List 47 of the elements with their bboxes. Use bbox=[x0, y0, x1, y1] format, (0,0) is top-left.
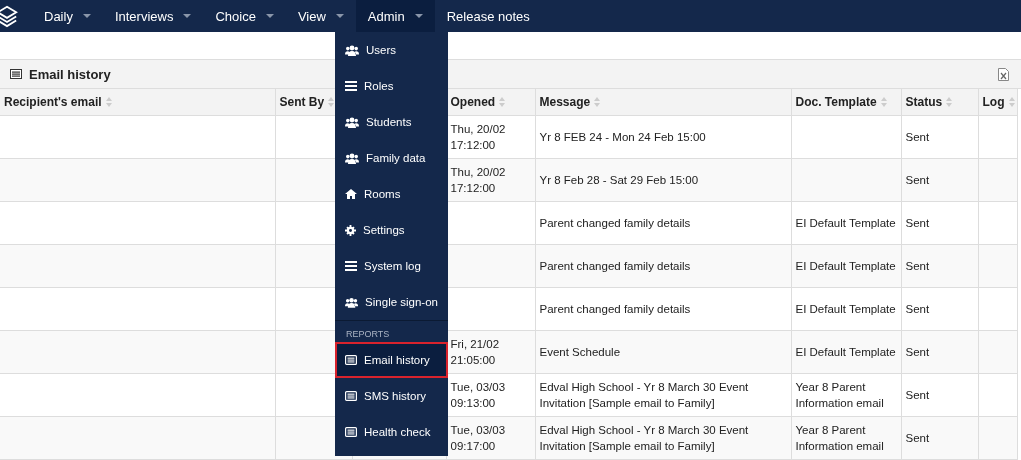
nav-menu-item[interactable]: Daily bbox=[32, 0, 103, 32]
table-cell-text: EI Default Template bbox=[795, 259, 896, 274]
nav-menu-item[interactable]: Interviews bbox=[102, 0, 204, 32]
menu-item[interactable]: Health check bbox=[335, 414, 448, 450]
table-cell-text: Sent bbox=[905, 259, 930, 274]
table-cell-text: Sent bbox=[905, 302, 930, 317]
table-cell-text: Sent bbox=[905, 388, 930, 403]
nav-menu-item[interactable]: Release notes bbox=[434, 0, 542, 32]
table-cell-text: EI Default Template bbox=[795, 216, 896, 231]
nav-menu-item[interactable]: Admin bbox=[355, 0, 435, 32]
table-cell-text: Edval High School - Yr 8 March 30 Event Invitation [Sample email to Family] bbox=[539, 380, 750, 411]
menu-item[interactable]: Single sign-on bbox=[335, 284, 448, 320]
menu-item[interactable]: Roles bbox=[335, 68, 448, 104]
nav-menu-item[interactable]: Choice bbox=[203, 0, 286, 32]
table-cell-text: Sent bbox=[905, 345, 930, 360]
table-cell-text: Parent changed family details bbox=[539, 259, 691, 274]
menu-item[interactable]: SMS history bbox=[335, 378, 448, 414]
table-cell-text: Year 8 Parent Information email bbox=[795, 423, 885, 454]
table-cell-text: Fri, 21/02 21:05:00 bbox=[450, 337, 500, 368]
table-cell-text: Sent bbox=[905, 173, 930, 188]
table-cell-text: Year 8 Parent Information email bbox=[795, 380, 885, 411]
table-cell-text: Edval High School - Yr 8 March 30 Event Invitation [Sample email to Family] bbox=[539, 423, 750, 454]
table-cell-text: Parent changed family details bbox=[539, 302, 691, 317]
column-header[interactable]: Recipient's email bbox=[4, 95, 102, 109]
table-cell-text: Sent bbox=[905, 216, 930, 231]
table-cell-text: Tue, 03/03 09:13:00 bbox=[450, 380, 506, 411]
column-header[interactable]: Message bbox=[539, 95, 591, 109]
table-cell-text: Tue, 03/03 09:17:00 bbox=[450, 423, 506, 454]
menu-item[interactable]: Students bbox=[335, 104, 448, 140]
table-cell-text: Thu, 20/02 17:12:00 bbox=[450, 165, 506, 196]
menu-item[interactable]: System log bbox=[335, 248, 448, 284]
table-cell-text: Yr 8 Feb 28 - Sat 29 Feb 15:00 bbox=[539, 173, 699, 188]
panel-title: Email history bbox=[29, 66, 111, 82]
menu-item[interactable]: Family data bbox=[335, 140, 448, 176]
nav-menu-item[interactable]: View bbox=[285, 0, 356, 32]
table-cell-text: EI Default Template bbox=[795, 302, 896, 317]
table-cell-text: Event Schedule bbox=[539, 345, 621, 360]
menu-item[interactable]: Email history bbox=[335, 342, 448, 378]
table-cell-text: Yr 8 FEB 24 - Mon 24 Feb 15:00 bbox=[539, 130, 706, 145]
table-cell-text: Sent bbox=[905, 130, 930, 145]
table-cell-text: Parent changed family details bbox=[539, 216, 691, 231]
table-cell-text: Thu, 20/02 17:12:00 bbox=[450, 122, 506, 153]
table-cell-text: EI Default Template bbox=[795, 345, 896, 360]
menu-item[interactable]: Rooms bbox=[335, 176, 448, 212]
menu-item[interactable]: Settings bbox=[335, 212, 448, 248]
table-cell-text: Sent bbox=[905, 431, 930, 446]
menu-item[interactable]: Users bbox=[335, 32, 448, 68]
